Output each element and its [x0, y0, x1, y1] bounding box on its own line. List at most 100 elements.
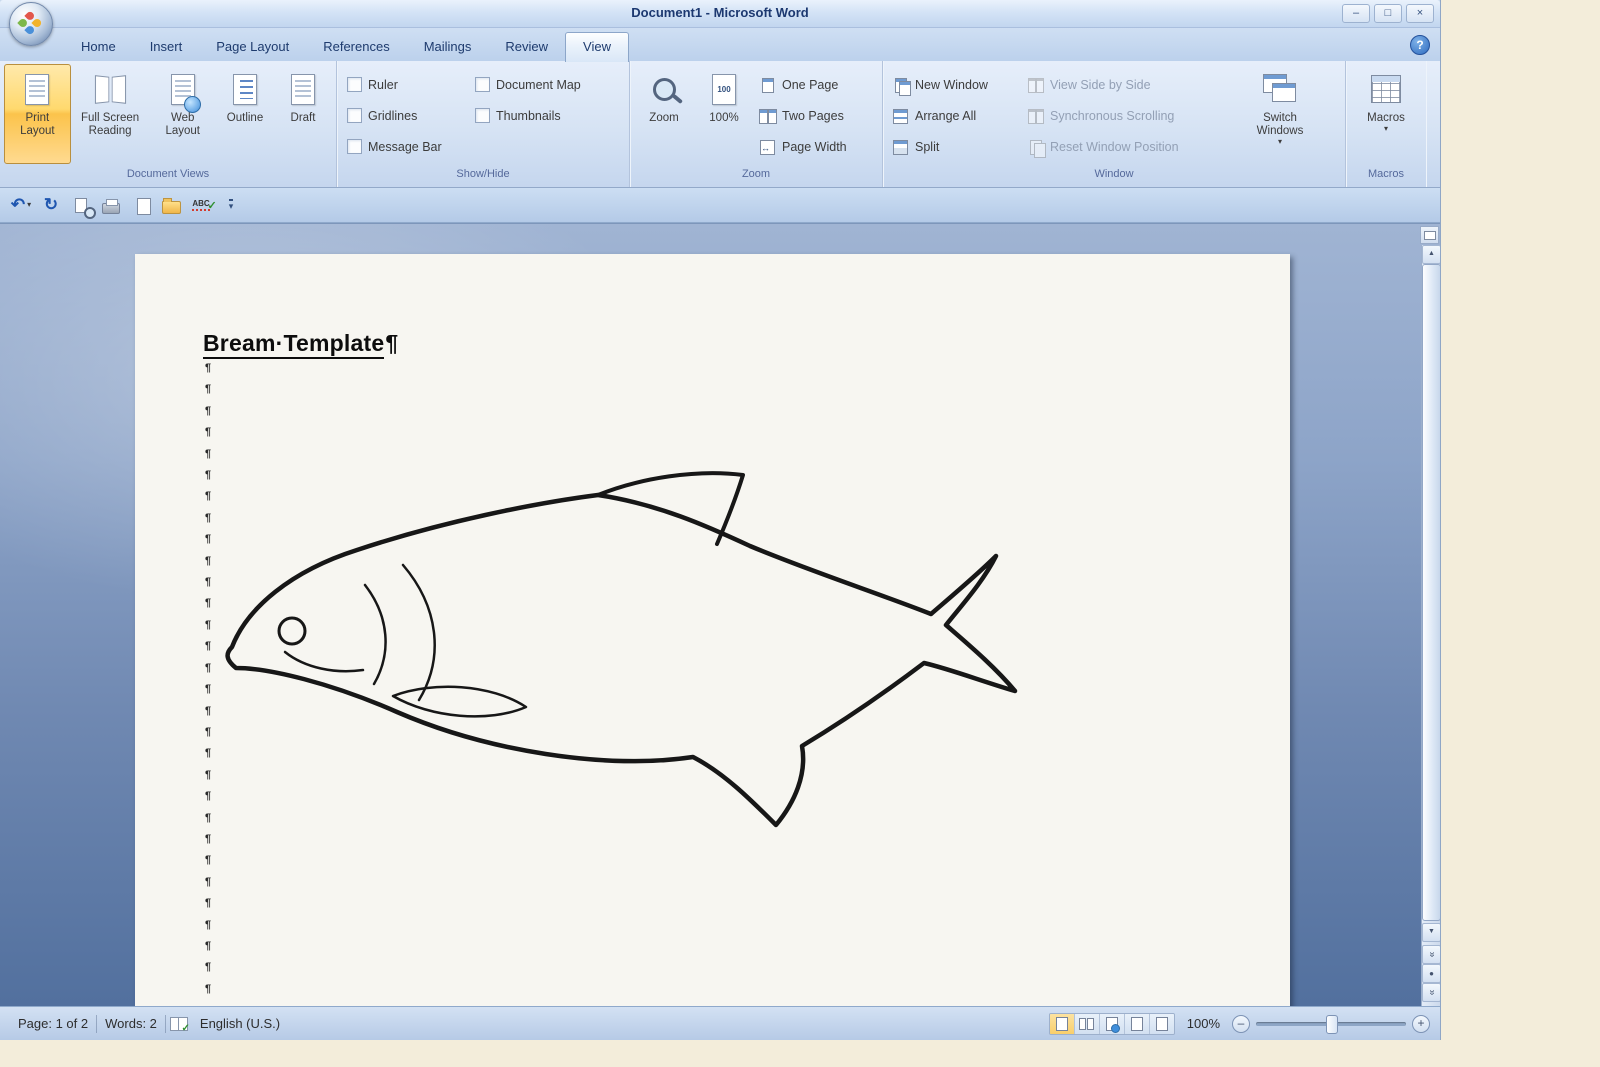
full-screen-reading-button[interactable]: Full Screen Reading [71, 64, 150, 163]
new-window-label: New Window [915, 77, 988, 92]
full-screen-reading-label: Full Screen Reading [81, 112, 140, 137]
ruler-checkbox-box[interactable] [347, 77, 362, 92]
zoom-in-button[interactable]: + [1412, 1014, 1430, 1033]
outline-label: Outline [226, 112, 264, 124]
web-layout-button[interactable]: Web Layout [149, 64, 216, 163]
close-button[interactable]: × [1406, 4, 1434, 23]
zoom-level[interactable]: 100% [1181, 1016, 1226, 1031]
document-map-checkbox-box[interactable] [475, 77, 490, 92]
language-indicator[interactable]: English (U.S.) [192, 1016, 288, 1031]
status-outline-icon [1130, 1016, 1143, 1031]
tab-home[interactable]: Home [64, 33, 133, 61]
tab-page-layout[interactable]: Page Layout [199, 33, 306, 61]
status-web-layout-button[interactable] [1099, 1013, 1125, 1034]
arrange-all-icon [892, 108, 909, 124]
document-map-checkbox[interactable]: Document Map [469, 69, 587, 100]
office-button[interactable] [9, 2, 53, 46]
two-pages-button[interactable]: Two Pages [754, 100, 852, 131]
message-bar-checkbox[interactable]: Message Bar [341, 131, 469, 162]
thumbnails-checkbox[interactable]: Thumbnails [469, 100, 587, 131]
qat-customize-button[interactable]: ▾ [218, 193, 244, 217]
next-page-icon: » [1426, 989, 1437, 996]
tab-insert[interactable]: Insert [133, 33, 200, 61]
view-shortcut-buttons [1048, 1012, 1175, 1035]
page-width-button[interactable]: ↔ Page Width [754, 131, 852, 162]
tab-mailings[interactable]: Mailings [407, 33, 489, 61]
ruler-icon [1423, 230, 1436, 240]
vertical-scrollbar[interactable]: ▲ ▼ « ● » [1421, 245, 1440, 1006]
switch-windows-button[interactable]: Switch Windows ▾ [1240, 64, 1320, 163]
zoom-button[interactable]: Zoom [634, 64, 694, 163]
new-window-icon [892, 77, 911, 96]
print-layout-button[interactable]: Print Layout [4, 64, 71, 164]
restore-button[interactable]: □ [1374, 4, 1402, 23]
quick-print-button[interactable] [98, 193, 124, 217]
proofing-check-icon: ✓ [181, 1022, 190, 1034]
window-controls: – □ × [1342, 4, 1434, 23]
status-outline-button[interactable] [1124, 1013, 1150, 1034]
arrange-all-button[interactable]: Arrange All [887, 100, 1022, 131]
document-map-label: Document Map [496, 77, 581, 92]
zoom-out-button[interactable]: – [1232, 1014, 1250, 1033]
help-button[interactable]: ? [1410, 35, 1430, 55]
scrollbar-thumb[interactable] [1422, 264, 1440, 921]
two-pages-icon [759, 108, 777, 124]
word-count[interactable]: Words: 2 [97, 1016, 165, 1031]
one-page-button[interactable]: One Page [754, 69, 852, 100]
gridlines-checkbox[interactable]: Gridlines [341, 100, 469, 131]
tab-view[interactable]: View [565, 32, 629, 62]
tab-review[interactable]: Review [488, 33, 565, 61]
document-area: Bream·Template¶ ¶ ¶ ¶ ¶ ¶ ¶ ¶ ¶ ¶ ¶ ¶ ¶ … [0, 223, 1440, 1006]
message-bar-checkbox-box[interactable] [347, 139, 362, 154]
zoom-slider[interactable] [1256, 1014, 1406, 1034]
title-bar: Document1 - Microsoft Word – □ × [0, 0, 1440, 46]
outline-button[interactable]: Outline [216, 64, 274, 163]
zoom-slider-thumb[interactable] [1326, 1014, 1338, 1034]
zoom-label: Zoom [649, 112, 679, 124]
scroll-down-button[interactable]: ▼ [1422, 923, 1440, 942]
scroll-up-button[interactable]: ▲ [1422, 245, 1440, 264]
ruler-checkbox[interactable]: Ruler [341, 69, 469, 100]
ruler-toggle-button[interactable] [1420, 226, 1439, 244]
macros-button[interactable]: Macros ▾ [1352, 64, 1420, 163]
new-window-button[interactable]: New Window [887, 69, 1022, 100]
tab-references[interactable]: References [306, 33, 406, 61]
proofing-status-icon[interactable]: ✓ [169, 1016, 190, 1034]
document-page[interactable]: Bream·Template¶ ¶ ¶ ¶ ¶ ¶ ¶ ¶ ¶ ¶ ¶ ¶ ¶ … [135, 254, 1290, 1006]
draft-label: Draft [290, 112, 316, 124]
spelling-abc-icon: ABC ✓ [192, 199, 217, 212]
group-macros: Macros ▾ Macros [1346, 61, 1426, 187]
reset-window-position-icon [1027, 139, 1046, 158]
status-print-layout-button[interactable] [1049, 1013, 1075, 1034]
page-width-arrow: ↔ [761, 142, 770, 153]
print-layout-icon [25, 69, 50, 109]
next-page-button[interactable]: » [1422, 983, 1440, 1002]
new-document-button[interactable] [128, 193, 154, 217]
status-draft-button[interactable] [1149, 1013, 1174, 1034]
ruler-label: Ruler [368, 77, 398, 92]
thumbnails-checkbox-box[interactable] [475, 108, 490, 123]
select-browse-object-button[interactable]: ● [1422, 964, 1440, 983]
outline-icon [233, 69, 257, 109]
status-web-layout-icon [1105, 1016, 1120, 1033]
split-button[interactable]: Split [887, 131, 1022, 162]
open-button[interactable] [158, 193, 184, 217]
split-label: Split [915, 139, 940, 154]
page-width-icon: ↔ [759, 139, 776, 155]
previous-page-button[interactable]: « [1422, 945, 1440, 964]
redo-icon: ↻ [43, 195, 59, 214]
synchronous-scrolling-icon [1027, 108, 1044, 124]
open-folder-icon [161, 197, 181, 214]
arrange-all-label: Arrange All [915, 108, 977, 123]
draft-button[interactable]: Draft [274, 64, 332, 163]
zoom-100-button[interactable]: 100 100% [694, 64, 754, 163]
redo-button[interactable]: ↻ [38, 193, 64, 217]
print-preview-button[interactable] [68, 193, 96, 219]
spelling-button[interactable]: ABC ✓ [188, 193, 217, 217]
undo-button[interactable]: ↶ ▾ [8, 193, 34, 217]
gridlines-checkbox-box[interactable] [347, 108, 362, 123]
page-indicator[interactable]: Page: 1 of 2 [10, 1016, 96, 1031]
minimize-button[interactable]: – [1342, 4, 1370, 23]
status-full-screen-button[interactable] [1074, 1013, 1100, 1034]
two-pages-label: Two Pages [782, 108, 844, 123]
